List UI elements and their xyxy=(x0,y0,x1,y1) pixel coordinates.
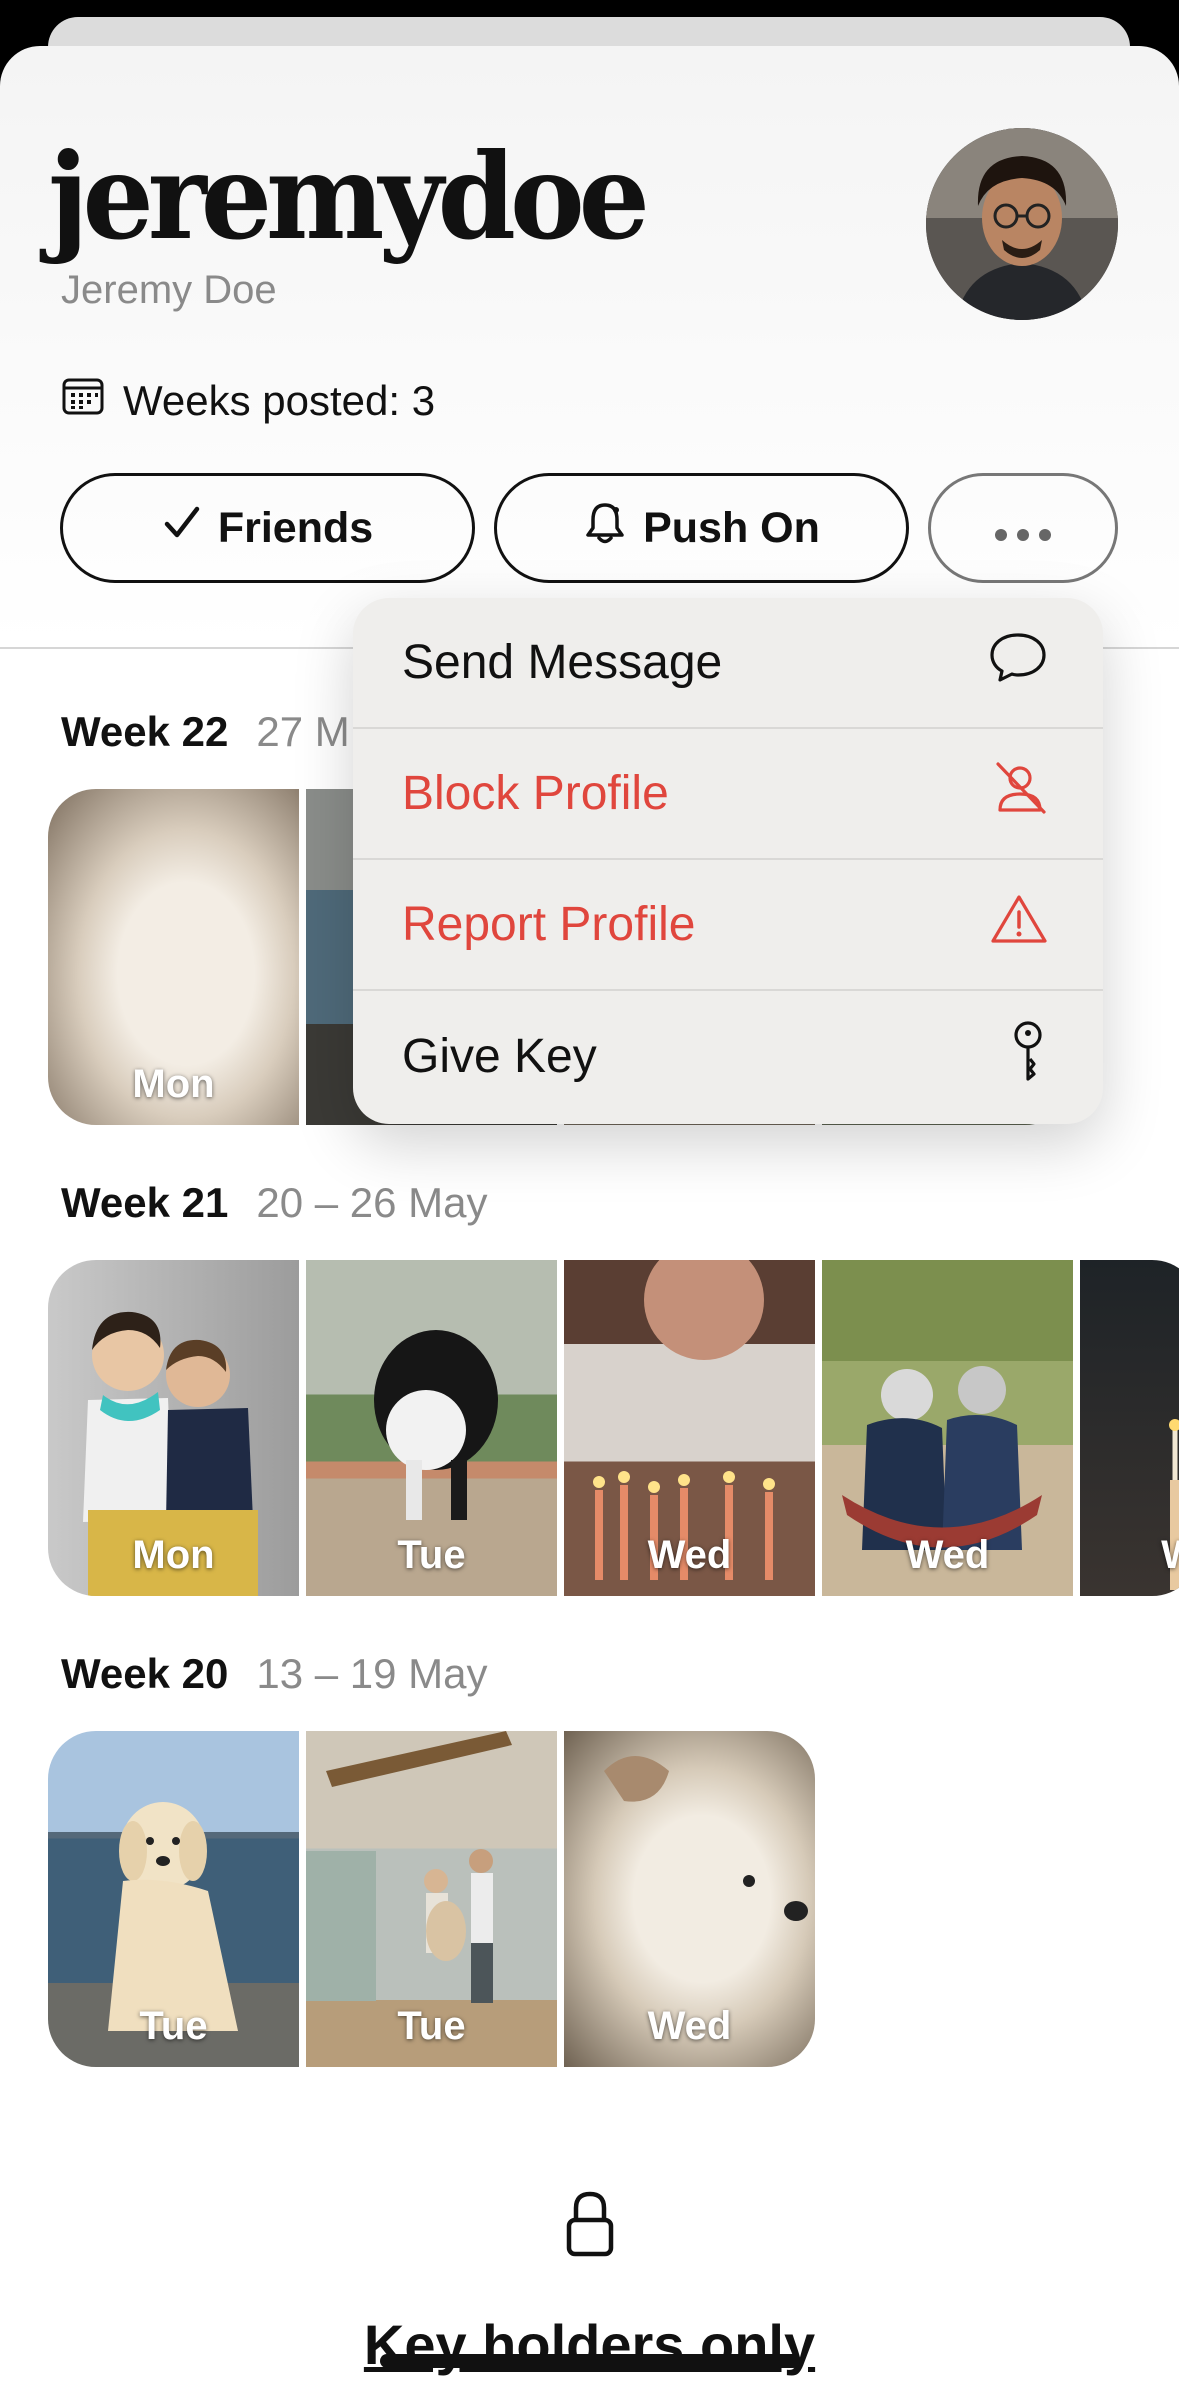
avatar[interactable] xyxy=(926,128,1118,320)
block-profile-item[interactable]: Block Profile xyxy=(353,729,1103,860)
speech-bubble-icon xyxy=(988,630,1048,696)
week-header: Week 21 20 – 26 May xyxy=(61,1179,488,1227)
lock-section xyxy=(0,2190,1179,2263)
checkmark-icon xyxy=(162,503,202,554)
menu-item-label: Give Key xyxy=(402,1030,597,1083)
day-label: Tue xyxy=(139,2004,208,2048)
week-range: 20 – 26 May xyxy=(256,1179,488,1226)
push-button[interactable]: Push On xyxy=(494,473,909,583)
full-name: Jeremy Doe xyxy=(61,268,277,312)
username-title: jeremydoe xyxy=(48,128,650,267)
week-header: Week 22 27 M xyxy=(61,708,350,756)
more-button[interactable] xyxy=(928,473,1118,583)
week-range: 13 – 19 May xyxy=(256,1650,488,1697)
day-label: Tue xyxy=(397,2004,466,2048)
day-label: W xyxy=(1140,1533,1179,1578)
send-message-item[interactable]: Send Message xyxy=(353,598,1103,729)
bell-icon xyxy=(583,500,627,557)
photo-tile[interactable]: W xyxy=(1080,1260,1179,1596)
week-range: 27 M xyxy=(256,708,350,755)
photo-tile[interactable]: Wed xyxy=(564,1260,815,1596)
weeks-posted: Weeks posted: 3 xyxy=(61,376,435,426)
report-profile-item[interactable]: Report Profile xyxy=(353,860,1103,991)
photo-tile[interactable]: Wed xyxy=(822,1260,1073,1596)
friends-button-label: Friends xyxy=(217,503,374,552)
push-button-label: Push On xyxy=(643,503,820,552)
photo-tile[interactable]: Tue xyxy=(306,1260,557,1596)
context-menu: Send Message Block Profile Report Profil… xyxy=(353,598,1103,1124)
photo-row: Mon Tue Wed Wed xyxy=(48,1260,1179,1596)
ellipsis-icon xyxy=(993,504,1053,553)
friends-button[interactable]: Friends xyxy=(60,473,475,583)
week-title: Week 21 xyxy=(61,1179,229,1226)
calendar-icon xyxy=(61,376,105,426)
lock-icon xyxy=(565,2190,615,2263)
day-label: Mon xyxy=(132,1533,215,1577)
photo-tile[interactable]: Mon xyxy=(48,789,299,1125)
warning-triangle-icon xyxy=(990,893,1048,957)
day-label: Wed xyxy=(647,1533,732,1577)
photo-tile[interactable]: Tue xyxy=(306,1731,557,2067)
profile-sheet: jeremydoe Jeremy Doe Weeks posted: 3 Fri… xyxy=(0,46,1179,2396)
week-header: Week 20 13 – 19 May xyxy=(61,1650,488,1698)
day-label: Wed xyxy=(647,2004,732,2048)
day-label: Wed xyxy=(905,1533,990,1577)
week-title: Week 20 xyxy=(61,1650,229,1697)
day-label: Mon xyxy=(132,1062,215,1106)
day-label: Tue xyxy=(397,1533,466,1577)
menu-item-label: Report Profile xyxy=(402,898,696,951)
photo-tile[interactable]: Tue xyxy=(48,1731,299,2067)
photo-tile[interactable]: Wed xyxy=(564,1731,815,2067)
week-title: Week 22 xyxy=(61,708,229,755)
menu-item-label: Send Message xyxy=(402,636,723,689)
person-slash-icon xyxy=(992,760,1048,828)
give-key-item[interactable]: Give Key xyxy=(353,991,1103,1122)
weeks-posted-label: Weeks posted: 3 xyxy=(123,377,436,424)
photo-row: Tue Tue Wed xyxy=(48,1731,815,2067)
key-icon xyxy=(1008,1019,1048,1095)
menu-item-label: Block Profile xyxy=(402,767,669,820)
home-indicator[interactable] xyxy=(380,2354,800,2368)
photo-tile[interactable]: Mon xyxy=(48,1260,299,1596)
